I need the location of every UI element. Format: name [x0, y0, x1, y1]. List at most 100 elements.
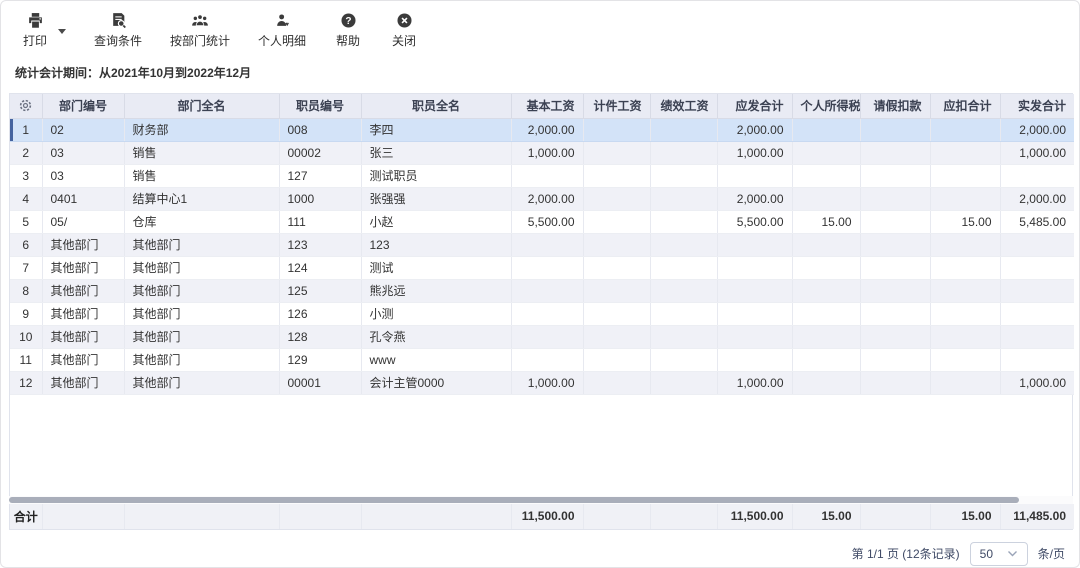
row-number-cell: 3 [10, 164, 42, 187]
table-row[interactable]: 12其他部门其他部门00001会计主管00001,000.001,000.001… [10, 371, 1074, 394]
cell [583, 325, 650, 348]
cell: 05/ [42, 210, 124, 233]
help-icon: ? [340, 12, 357, 29]
cell [650, 325, 717, 348]
cell [930, 279, 1000, 302]
personal-detail-button[interactable]: 个人明细 [258, 12, 306, 49]
column-settings-header[interactable] [10, 94, 42, 118]
page-info: 第 1/1 页 (12条记录) [852, 545, 960, 562]
page-size-select[interactable]: 50 [970, 542, 1028, 566]
total-cell: 11,500.00 [717, 504, 792, 529]
table-row[interactable]: 40401结算中心11000张强强2,000.002,000.002,000.0… [10, 187, 1074, 210]
cell [511, 279, 583, 302]
cell [717, 164, 792, 187]
column-header[interactable]: 请假扣款 [860, 94, 930, 118]
cell [860, 371, 930, 394]
total-cell [279, 504, 361, 529]
cell: 123 [361, 233, 511, 256]
cell [717, 325, 792, 348]
cell [930, 118, 1000, 141]
column-header[interactable]: 职员全名 [361, 94, 511, 118]
table-row[interactable]: 10其他部门其他部门128孔令燕 [10, 325, 1074, 348]
close-button[interactable]: 关闭 [390, 12, 418, 49]
cell: 结算中心1 [124, 187, 279, 210]
cell [792, 348, 860, 371]
total-cell [361, 504, 511, 529]
column-header[interactable]: 应发合计 [717, 94, 792, 118]
row-number-cell: 1 [10, 118, 42, 141]
gear-icon[interactable] [18, 98, 33, 113]
salary-table-container: 部门编号部门全名职员编号职员全名基本工资计件工资绩效工资应发合计个人所得税请假扣… [9, 93, 1073, 496]
cell [930, 141, 1000, 164]
cell: 张三 [361, 141, 511, 164]
table-row[interactable]: 505/仓库111小赵5,500.005,500.0015.0015.005,4… [10, 210, 1074, 233]
row-number-cell: 10 [10, 325, 42, 348]
query-conditions-button[interactable]: 查询条件 [94, 12, 142, 49]
table-row[interactable]: 6其他部门其他部门123123 [10, 233, 1074, 256]
total-cell [583, 504, 650, 529]
page-size-value: 50 [980, 547, 993, 561]
row-number-cell: 2 [10, 141, 42, 164]
cell [583, 187, 650, 210]
cell: 孔令燕 [361, 325, 511, 348]
horizontal-scrollbar [9, 496, 1073, 504]
cell [792, 256, 860, 279]
cell: 02 [42, 118, 124, 141]
column-header[interactable]: 部门编号 [42, 94, 124, 118]
scrollbar-thumb[interactable] [9, 497, 1019, 503]
column-header[interactable]: 个人所得税 [792, 94, 860, 118]
cell [650, 233, 717, 256]
column-header[interactable]: 基本工资 [511, 94, 583, 118]
cell: 2,000.00 [717, 118, 792, 141]
column-header[interactable]: 绩效工资 [650, 94, 717, 118]
cell [792, 118, 860, 141]
cell [1000, 325, 1074, 348]
column-header[interactable]: 职员编号 [279, 94, 361, 118]
cell: 2,000.00 [717, 187, 792, 210]
help-button[interactable]: ? 帮助 [334, 12, 362, 49]
row-number-cell: 11 [10, 348, 42, 371]
cell [792, 141, 860, 164]
cell: 熊兆远 [361, 279, 511, 302]
cell [1000, 348, 1074, 371]
cell [1000, 256, 1074, 279]
cell [511, 256, 583, 279]
toolbar: 打印 查询条件 按部门统计 个人明细 [1, 1, 1079, 49]
column-header[interactable]: 实发合计 [1000, 94, 1074, 118]
table-row[interactable]: 7其他部门其他部门124测试 [10, 256, 1074, 279]
table-row[interactable]: 102财务部008李四2,000.002,000.002,000.00 [10, 118, 1074, 141]
table-row[interactable]: 303销售127测试职员 [10, 164, 1074, 187]
svg-text:?: ? [345, 16, 351, 27]
print-button[interactable]: 打印 [21, 12, 49, 49]
cell: 仓库 [124, 210, 279, 233]
cell [860, 118, 930, 141]
accounting-period-label: 统计会计期间：从2021年10月到2022年12月 [15, 64, 1079, 81]
cell [930, 325, 1000, 348]
table-row[interactable]: 11其他部门其他部门129www [10, 348, 1074, 371]
cell: 5,485.00 [1000, 210, 1074, 233]
cell: 其他部门 [42, 302, 124, 325]
column-header[interactable]: 部门全名 [124, 94, 279, 118]
table-row[interactable]: 203销售00002张三1,000.001,000.001,000.00 [10, 141, 1074, 164]
table-row[interactable]: 9其他部门其他部门126小测 [10, 302, 1074, 325]
cell [511, 348, 583, 371]
cell: 其他部门 [124, 256, 279, 279]
cell: 其他部门 [42, 325, 124, 348]
department-people-icon [191, 12, 209, 29]
column-header[interactable]: 计件工资 [583, 94, 650, 118]
department-stats-button[interactable]: 按部门统计 [170, 12, 230, 49]
print-dropdown-caret[interactable] [58, 29, 66, 34]
row-number-cell: 8 [10, 279, 42, 302]
cell [717, 233, 792, 256]
cell: 其他部门 [42, 371, 124, 394]
cell [860, 164, 930, 187]
cell: 其他部门 [42, 233, 124, 256]
cell: 1,000.00 [717, 141, 792, 164]
cell [650, 118, 717, 141]
cell [930, 371, 1000, 394]
cell: 2,000.00 [1000, 118, 1074, 141]
document-search-icon [110, 12, 127, 29]
print-button-label: 打印 [23, 32, 47, 49]
column-header[interactable]: 应扣合计 [930, 94, 1000, 118]
table-row[interactable]: 8其他部门其他部门125熊兆远 [10, 279, 1074, 302]
